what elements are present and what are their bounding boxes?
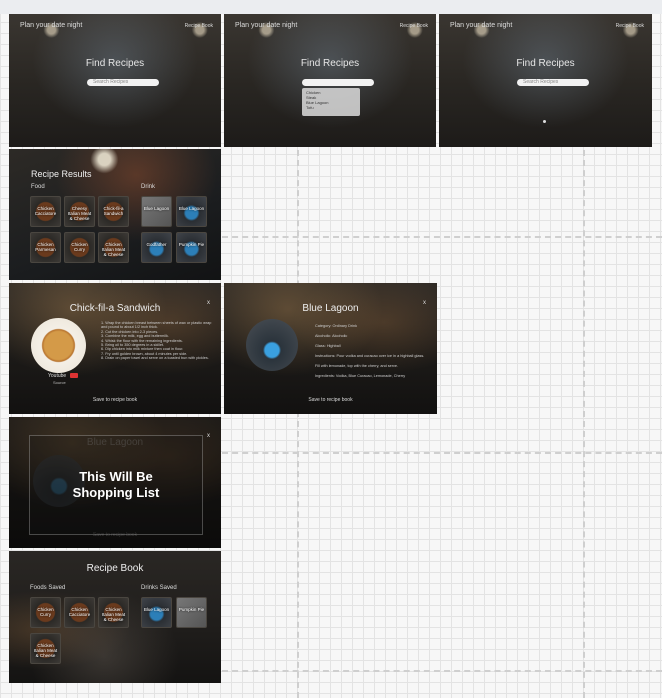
drink-modal-frame: Blue Lagoon x Category: Ordinary Drink A… xyxy=(224,283,437,414)
canvas-top-bar xyxy=(0,0,662,14)
food-tile[interactable]: Chicken Italian Meat & Cheese xyxy=(98,232,129,263)
guide-line xyxy=(297,150,299,698)
detail-line: Glass: Highball xyxy=(315,344,341,348)
guide-line xyxy=(222,452,662,454)
nav-title[interactable]: Plan your date night xyxy=(235,22,297,29)
recipe-book-link[interactable]: Recipe Book xyxy=(400,23,428,29)
drink-details: Category: Ordinary Drink Alcoholic: Alco… xyxy=(315,321,430,381)
find-recipes-title: Find Recipes xyxy=(300,58,360,69)
search-input[interactable]: Search Recipes xyxy=(87,79,159,86)
food-tile[interactable]: Cheesy Italian Meat & Cheese xyxy=(64,196,95,227)
dropdown-option[interactable]: Tofu xyxy=(306,105,356,110)
loading-indicator xyxy=(543,120,546,123)
recipe-book-title: Recipe Book xyxy=(86,563,144,574)
modal-title: Blue Lagoon xyxy=(302,303,359,314)
results-frame: Recipe Results Food Drink Chicken Caccia… xyxy=(9,149,221,280)
instruction-step: 1. Wrap the chicken breast between sheet… xyxy=(101,321,212,330)
drink-tile[interactable]: Blue Lagoon xyxy=(141,196,172,227)
drink-tile[interactable]: Pumpkin Pie xyxy=(176,232,207,263)
detail-line: Alcoholic: Alcoholic xyxy=(315,334,348,338)
instructions: 1. Wrap the chicken breast between sheet… xyxy=(101,321,213,361)
nav-title[interactable]: Plan your date night xyxy=(450,22,512,29)
save-to-recipe-book-button[interactable]: Save to recipe book xyxy=(9,397,221,403)
dropdown-frame: Plan your date night Recipe Book Find Re… xyxy=(224,14,436,147)
detail-line: Category: Ordinary Drink xyxy=(315,324,357,328)
saved-food-tile[interactable]: Chicken Cacciatore xyxy=(64,597,95,628)
guide-line xyxy=(583,150,585,698)
saved-food-tile[interactable]: Chicken Italian Meat & Cheese xyxy=(30,633,61,664)
recipe-book-link[interactable]: Recipe Book xyxy=(185,23,213,29)
modal-title: Chick-fil-a Sandwich xyxy=(69,303,161,314)
detail-line: Instructions: Pour vodka and curacao ove… xyxy=(315,354,425,368)
detail-line: Ingredients: Vodka, Blue Curacao, Lemona… xyxy=(315,374,406,378)
youtube-icon[interactable] xyxy=(70,373,78,378)
saved-food-tile[interactable]: Chicken Curry xyxy=(30,597,61,628)
shopping-list-frame: Blue Lagoon Save to recipe book x This W… xyxy=(9,417,221,548)
saved-drink-tile[interactable]: Blue Lagoon xyxy=(141,597,172,628)
search-input[interactable]: Search Recipes xyxy=(517,79,589,86)
foods-saved-label: Foods Saved xyxy=(30,585,66,591)
find-recipes-title: Find Recipes xyxy=(516,58,575,69)
loading-frame: Plan your date night Recipe Book Find Re… xyxy=(439,14,652,147)
guide-line xyxy=(222,670,662,672)
search-input[interactable] xyxy=(302,79,374,86)
recipe-image xyxy=(31,318,86,373)
drink-image xyxy=(246,319,298,371)
recipe-modal-frame: Chick-fil-a Sandwich x Youtube Source 1.… xyxy=(9,283,221,414)
landing-frame: Plan your date night Recipe Book Find Re… xyxy=(9,14,221,147)
results-title: Recipe Results xyxy=(31,169,92,179)
drink-label: Drink xyxy=(141,184,156,190)
save-to-recipe-book-button[interactable]: Save to recipe book xyxy=(224,397,437,403)
recipe-book-frame: Recipe Book Foods Saved Drinks Saved Chi… xyxy=(9,551,221,683)
nav-title[interactable]: Plan your date night xyxy=(20,22,82,29)
source-link[interactable]: Source xyxy=(53,380,66,385)
find-recipes-title: Find Recipes xyxy=(85,58,145,69)
drink-tile[interactable]: Godfather xyxy=(141,232,172,263)
close-icon[interactable]: x xyxy=(207,300,210,306)
recipe-book-link[interactable]: Recipe Book xyxy=(616,23,644,29)
food-label: Food xyxy=(31,184,45,190)
search-dropdown[interactable]: Chicken Steak Blue Lagoon Tofu xyxy=(302,88,360,116)
food-tile[interactable]: Chicken Parmesan xyxy=(30,232,61,263)
close-icon[interactable]: x xyxy=(423,300,426,306)
food-tile[interactable]: Chick-fil-a Sandwich xyxy=(98,196,129,227)
food-tile[interactable]: Chicken Cacciatore xyxy=(30,196,61,227)
close-icon[interactable]: x xyxy=(207,433,210,439)
drink-tile[interactable]: Blue Lagoon xyxy=(176,196,207,227)
instruction-step: 8. Drain on paper towel and serve on a t… xyxy=(101,356,209,361)
shopping-list-panel: This Will Be Shopping List xyxy=(29,435,203,535)
drinks-saved-label: Drinks Saved xyxy=(141,585,177,591)
youtube-label: Youtube xyxy=(48,373,67,379)
saved-food-tile[interactable]: Chicken Italian Meat & Cheese xyxy=(98,597,129,628)
guide-line xyxy=(222,236,662,238)
saved-drink-tile[interactable]: Pumpkin Pie xyxy=(176,597,207,628)
food-tile[interactable]: Chicken Curry xyxy=(64,232,95,263)
shopping-list-message: This Will Be Shopping List xyxy=(72,469,160,500)
